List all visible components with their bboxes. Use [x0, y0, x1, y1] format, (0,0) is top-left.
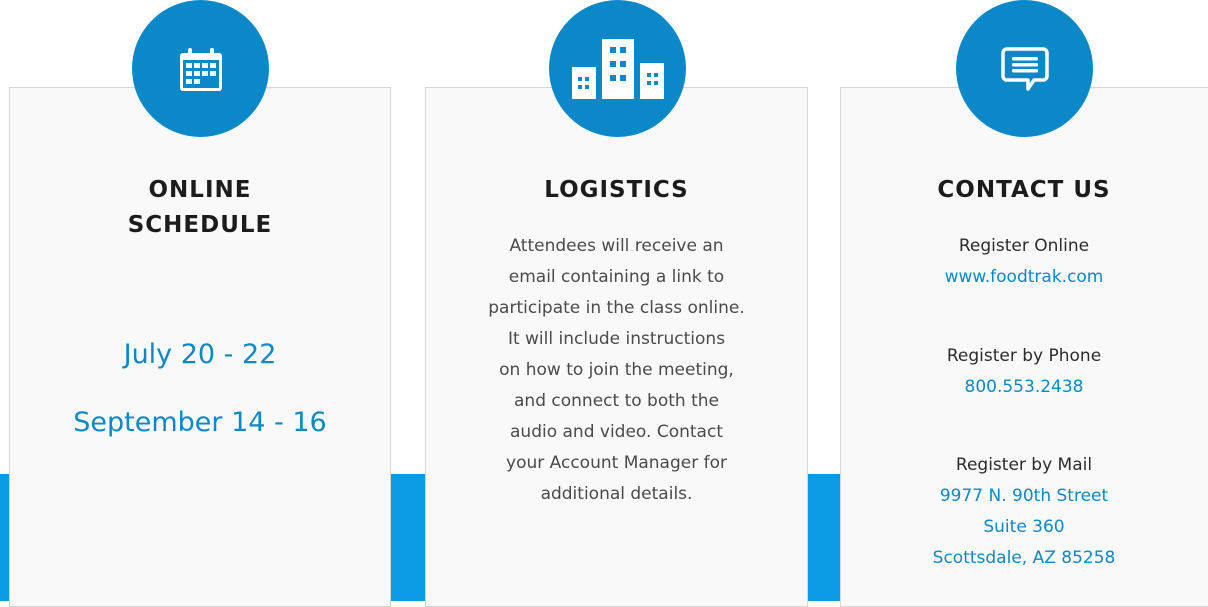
register-mail: Register by Mail 9977 N. 90th Street Sui…	[840, 450, 1208, 574]
logistics-line: additional details.	[540, 484, 693, 504]
logistics-text: Attendees will receive an email containi…	[455, 231, 778, 510]
chat-icon-circle	[956, 0, 1093, 137]
logistics-title: LOGISTICS	[544, 177, 689, 203]
register-mail-label: Register by Mail	[955, 455, 1093, 475]
logistics-line: and connect to both the	[514, 391, 719, 411]
register-online-label: Register Online	[958, 236, 1090, 256]
schedule-title-line-1: ONLINE	[148, 177, 252, 203]
schedule-title: ONLINE SCHEDULE	[9, 173, 391, 243]
website-link[interactable]: www.foodtrak.com	[945, 267, 1104, 287]
calendar-icon	[179, 47, 222, 91]
buildings-icon-circle	[549, 0, 686, 137]
logistics-line: on how to join the meeting,	[499, 360, 734, 380]
register-phone: Register by Phone 800.553.2438	[840, 341, 1208, 403]
logistics-line: audio and video. Contact	[510, 422, 723, 442]
address-line[interactable]: 9977 N. 90th Street	[840, 481, 1208, 512]
logistics-line: It will include instructions	[507, 329, 726, 349]
register-online: Register Online www.foodtrak.com	[840, 231, 1208, 293]
logistics-line: Attendees will receive an	[509, 236, 724, 256]
register-phone-label: Register by Phone	[946, 346, 1102, 366]
phone-link[interactable]: 800.553.2438	[965, 377, 1084, 397]
logistics-line: participate in the class online.	[488, 298, 745, 318]
logistics-line: email containing a link to	[508, 267, 725, 287]
calendar-icon-circle	[132, 0, 269, 137]
schedule-date: September 14 - 16	[73, 407, 327, 438]
logistics-line: your Account Manager for	[506, 453, 727, 473]
contact-title: CONTACT US	[937, 177, 1111, 203]
buildings-icon	[571, 38, 664, 99]
address-line[interactable]: Scottsdale, AZ 85258	[840, 543, 1208, 574]
schedule-title-line-2: SCHEDULE	[127, 212, 273, 238]
schedule-date: July 20 - 22	[123, 339, 277, 370]
chat-icon	[1000, 46, 1049, 91]
address-line[interactable]: Suite 360	[840, 512, 1208, 543]
